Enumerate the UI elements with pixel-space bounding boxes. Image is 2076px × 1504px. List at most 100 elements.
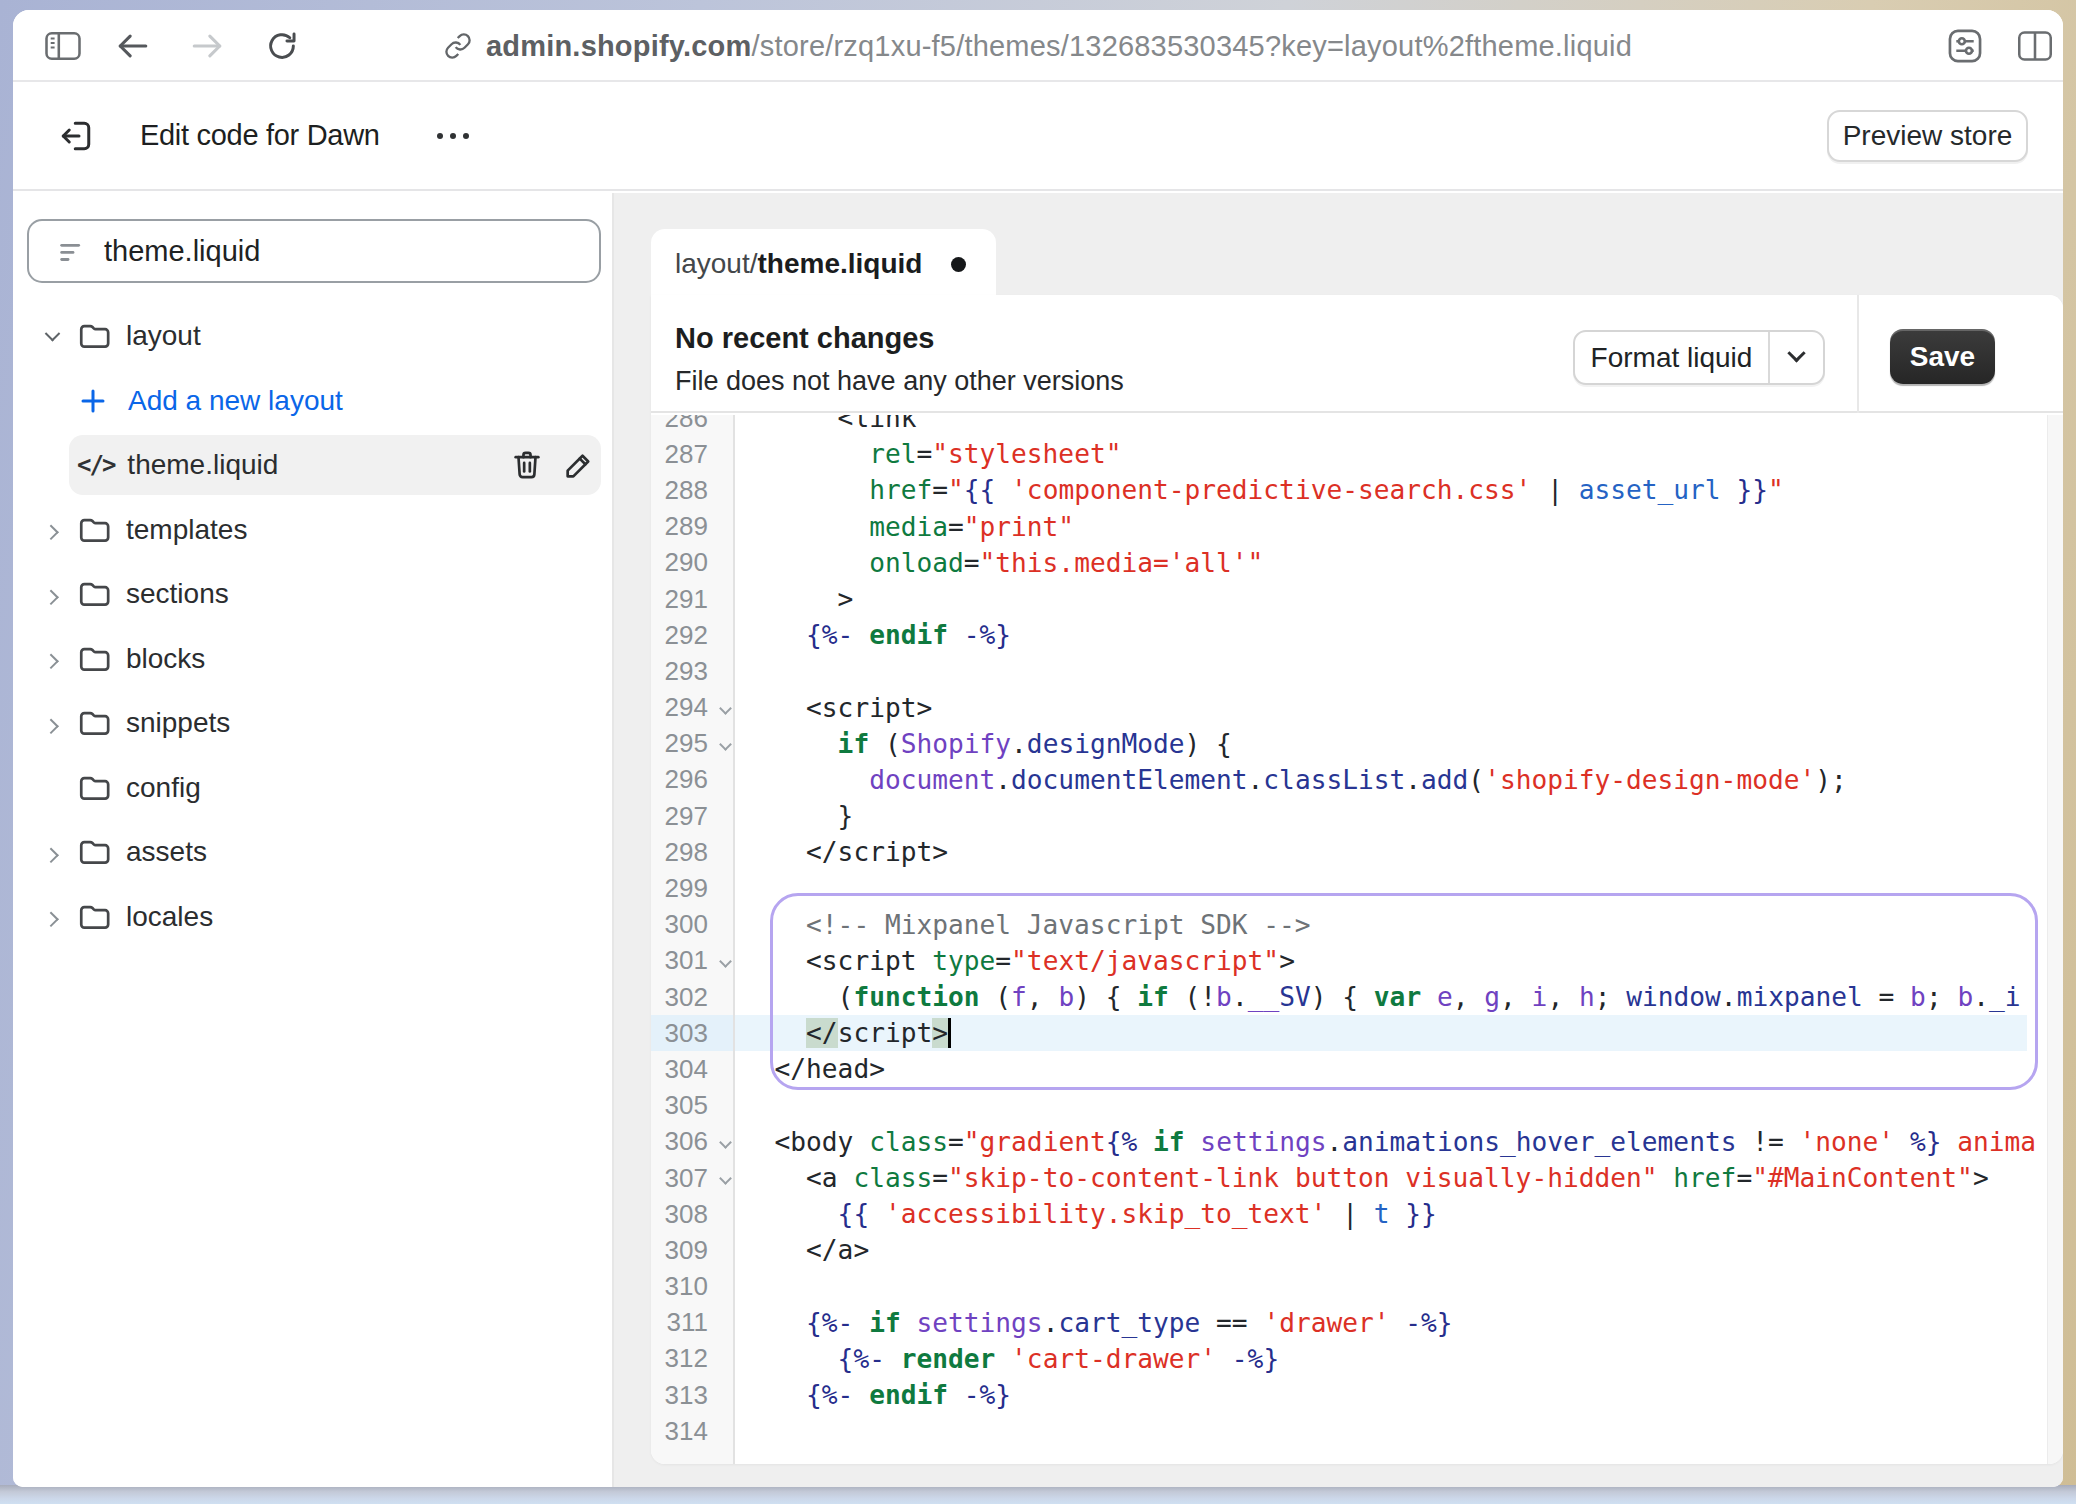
code-line[interactable]: <body class="gradient{% if settings.anim… — [735, 1124, 2047, 1160]
code-line[interactable]: </script> — [735, 834, 2047, 870]
line-number: 298 — [651, 834, 733, 870]
code-line[interactable]: if (Shopify.designMode) { — [735, 726, 2047, 762]
split-view-icon[interactable] — [2015, 10, 2055, 82]
code-line[interactable]: <script> — [735, 690, 2047, 726]
line-number: 297 — [651, 798, 733, 834]
code-line[interactable]: > — [735, 581, 2047, 617]
page-title: Edit code for Dawn — [140, 82, 380, 189]
line-number: 300 — [651, 907, 733, 943]
sidebar-item-assets[interactable]: assets — [13, 820, 612, 885]
line-number-gutter: 2862872882892902912922932942952962972982… — [651, 415, 735, 1464]
code-line[interactable]: </script> — [735, 1015, 2047, 1051]
fold-toggle-icon[interactable] — [719, 702, 732, 715]
fold-toggle-icon[interactable] — [719, 1172, 732, 1185]
browser-window: admin.shopify.com/store/rzq1xu-f5/themes… — [13, 10, 2063, 1487]
chevron-right-icon[interactable] — [44, 589, 60, 600]
code-line[interactable] — [735, 1413, 2047, 1449]
sidebar-item-config[interactable]: config — [13, 756, 612, 821]
code-line[interactable]: <script type="text/javascript"> — [735, 943, 2047, 979]
url-path: /store/rzq1xu-f5/themes/132683530345?key… — [751, 30, 1632, 62]
rename-file-icon[interactable] — [562, 448, 596, 482]
code-line[interactable]: {%- if settings.cart_type == 'drawer' -%… — [735, 1305, 2047, 1341]
delete-file-icon[interactable] — [510, 448, 544, 482]
editor-scrollbar[interactable] — [2047, 415, 2063, 1464]
chevron-right-icon[interactable] — [44, 847, 60, 858]
code-line[interactable]: {{ 'accessibility.skip_to_text' | t }} — [735, 1196, 2047, 1232]
sidebar-item-theme-liquid[interactable]: </>theme.liquid — [13, 433, 612, 498]
fold-toggle-icon[interactable] — [719, 1136, 732, 1149]
code-line[interactable]: rel="stylesheet" — [735, 436, 2047, 472]
line-number: 303 — [651, 1015, 733, 1051]
chevron-right-icon[interactable] — [44, 653, 60, 664]
chevron-down-icon[interactable] — [44, 331, 60, 342]
code-line[interactable]: <a class="skip-to-content-link button vi… — [735, 1160, 2047, 1196]
extensions-icon[interactable] — [1945, 10, 1985, 82]
preview-store-button[interactable]: Preview store — [1827, 110, 2028, 162]
code-line[interactable]: document.documentElement.classList.add('… — [735, 762, 2047, 798]
line-number: 293 — [651, 653, 733, 689]
sidebar-item-snippets[interactable]: snippets — [13, 691, 612, 756]
folder-icon — [77, 319, 111, 353]
code-line[interactable]: } — [735, 798, 2047, 834]
line-number: 302 — [651, 979, 733, 1015]
overflow-menu-icon[interactable] — [437, 82, 469, 189]
sidebar-item-templates[interactable]: templates — [13, 498, 612, 563]
line-number: 294 — [651, 690, 733, 726]
code-line[interactable] — [735, 1449, 2047, 1464]
sidebar-item-label: templates — [126, 514, 247, 546]
code-line[interactable]: {%- render 'cart-drawer' -%} — [735, 1341, 2047, 1377]
line-number: 305 — [651, 1088, 733, 1124]
save-button[interactable]: Save — [1890, 329, 1995, 384]
sidebar-item-layout[interactable]: layout — [13, 304, 612, 369]
format-liquid-button[interactable]: Format liquid — [1573, 330, 1825, 385]
chevron-right-icon[interactable] — [44, 524, 60, 535]
code-line[interactable]: <link — [735, 415, 2047, 436]
filter-icon — [56, 234, 90, 268]
format-liquid-label: Format liquid — [1575, 342, 1768, 374]
sidebar-item-label: config — [126, 772, 201, 804]
code-line[interactable]: </a> — [735, 1232, 2047, 1268]
code-line[interactable]: onload="this.media='all'" — [735, 545, 2047, 581]
code-line[interactable]: </head> — [735, 1051, 2047, 1087]
sidebar-item-label: sections — [126, 578, 229, 610]
folder-icon — [77, 513, 111, 547]
line-number: 289 — [651, 509, 733, 545]
code-editor[interactable]: 2862872882892902912922932942952962972982… — [651, 415, 2063, 1464]
line-number: 301 — [651, 943, 733, 979]
sidebar-item-label: blocks — [126, 643, 205, 675]
line-number: 291 — [651, 581, 733, 617]
format-dropdown-icon[interactable] — [1770, 351, 1823, 364]
line-number: 295 — [651, 726, 733, 762]
plus-icon — [78, 386, 108, 416]
code-file-icon: </> — [77, 451, 114, 479]
sidebar-item-sections[interactable]: sections — [13, 562, 612, 627]
exit-icon[interactable] — [53, 82, 99, 189]
code-line[interactable]: {%- endif -%} — [735, 1377, 2047, 1413]
code-line[interactable] — [735, 870, 2047, 906]
sidebar-item-label: snippets — [126, 707, 230, 739]
code-line[interactable] — [735, 1269, 2047, 1305]
line-number: 288 — [651, 472, 733, 508]
code-line[interactable]: media="print" — [735, 509, 2047, 545]
code-line[interactable]: <!-- Mixpanel Javascript SDK --> — [735, 907, 2047, 943]
sidebar-item-add-a-new-layout[interactable]: Add a new layout — [13, 369, 612, 434]
unsaved-dot-icon — [951, 257, 966, 272]
code-line[interactable] — [735, 1088, 2047, 1124]
file-tree: layoutAdd a new layout</>theme.liquid tem… — [13, 304, 612, 949]
code-line[interactable] — [735, 653, 2047, 689]
sidebar-item-locales[interactable]: locales — [13, 885, 612, 950]
chevron-right-icon[interactable] — [44, 718, 60, 729]
tab-theme-liquid[interactable]: layout/theme.liquid — [651, 229, 996, 299]
code-line[interactable]: {%- endif -%} — [735, 617, 2047, 653]
status-subtitle: File does not have any other versions — [675, 366, 1124, 397]
sidebar-item-blocks[interactable]: blocks — [13, 627, 612, 692]
line-number: 308 — [651, 1196, 733, 1232]
file-search-input[interactable]: theme.liquid — [27, 219, 601, 283]
chevron-right-icon[interactable] — [44, 911, 60, 922]
search-value: theme.liquid — [104, 235, 260, 268]
fold-toggle-icon[interactable] — [719, 738, 732, 751]
url-field[interactable]: admin.shopify.com/store/rzq1xu-f5/themes… — [486, 30, 1632, 63]
code-line[interactable]: href="{{ 'component-predictive-search.cs… — [735, 472, 2047, 508]
fold-toggle-icon[interactable] — [719, 955, 732, 968]
code-line[interactable]: (function (f, b) { if (!b.__SV) { var e,… — [735, 979, 2047, 1015]
